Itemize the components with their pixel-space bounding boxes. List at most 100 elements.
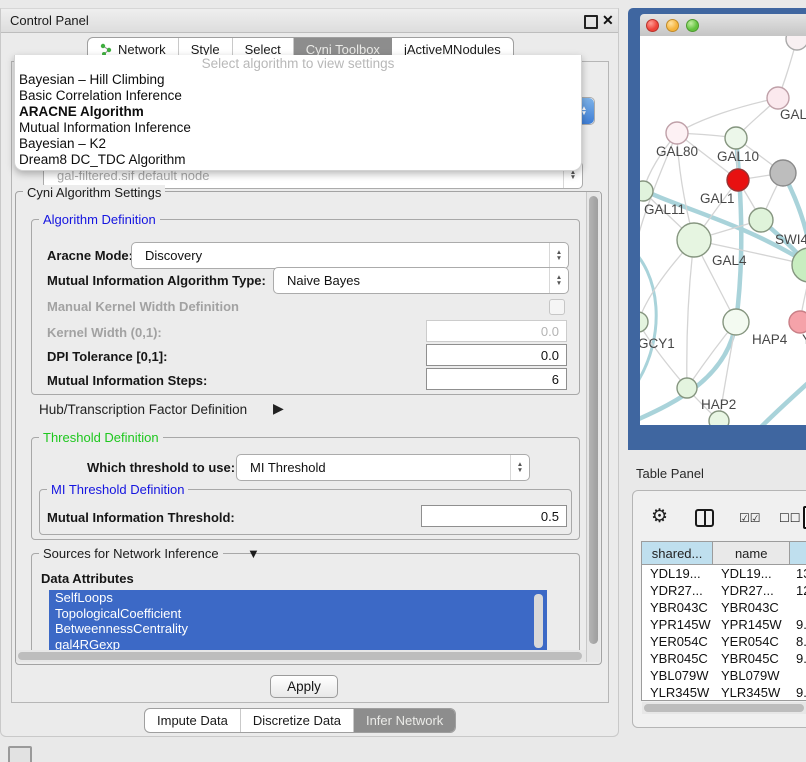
mi-threshold-field[interactable]: [421, 505, 567, 527]
which-threshold-combobox[interactable]: MI Threshold ▲▼: [236, 454, 530, 481]
kernel-width-field[interactable]: [426, 320, 567, 342]
network-edge[interactable]: [760, 374, 806, 425]
network-node-label: SWI4: [775, 232, 806, 247]
split-columns-icon[interactable]: [695, 509, 714, 527]
table-row[interactable]: YLR345W YLR345W 9.: [642, 684, 806, 700]
data-attribute-item[interactable]: SelfLoops: [49, 590, 547, 606]
horizontal-scrollbar[interactable]: [16, 650, 586, 662]
data-attribute-item[interactable]: BetweennessCentrality: [49, 621, 547, 637]
table-row[interactable]: YBR045C YBR045C 9.: [642, 650, 806, 667]
algorithm-option[interactable]: Mutual Information Inference: [15, 120, 581, 136]
network-node-pink-y[interactable]: [789, 311, 806, 333]
tab-discretize-data[interactable]: Discretize Data: [241, 709, 354, 732]
network-node-swi4[interactable]: [749, 208, 773, 232]
data-attributes-list[interactable]: SelfLoopsTopologicalCoefficientBetweenne…: [49, 590, 547, 655]
select-all-rows-icon[interactable]: ☑☑: [739, 511, 761, 525]
manual-kernel-checkbox[interactable]: [549, 299, 565, 315]
collapse-arrow-icon[interactable]: ▼: [243, 546, 264, 561]
mi-steps-field[interactable]: [426, 368, 567, 390]
network-node-hap4[interactable]: [723, 309, 749, 335]
network-node-label: GAL10: [717, 149, 759, 164]
aracne-mode-label: Aracne Mode:: [47, 248, 133, 263]
network-node-gal4[interactable]: [677, 223, 711, 257]
bottom-tabs: Impute Data Discretize Data Infer Networ…: [144, 708, 456, 733]
aracne-mode-combobox[interactable]: Discovery ▲▼: [131, 242, 569, 269]
table-row[interactable]: YBR043C YBR043C: [642, 599, 806, 616]
mi-threshold-group-title: MI Threshold Definition: [47, 482, 188, 497]
network-node-label: GAL11: [644, 202, 685, 217]
data-attributes-label: Data Attributes: [41, 571, 134, 586]
horizontal-scrollbar-thumb[interactable]: [18, 652, 582, 660]
deselect-all-rows-icon[interactable]: ☐☐: [779, 511, 801, 525]
mi-algorithm-type-label: Mutual Information Algorithm Type:: [47, 273, 266, 288]
list-scrollbar-thumb[interactable]: [534, 594, 543, 648]
network-node-label: GAL4: [712, 253, 747, 268]
network-svg[interactable]: GALGAL80GAL10GAL1GAL11SWI4GAL4GCY1HAP4YH…: [640, 36, 806, 425]
kernel-width-label: Kernel Width (0,1):: [47, 325, 162, 340]
combo-stepper-icon: ▲▼: [510, 455, 529, 480]
network-node-label: GCY1: [640, 336, 675, 351]
column-header-shared-name[interactable]: shared...: [642, 542, 713, 564]
expand-arrow-icon[interactable]: ▶: [273, 400, 284, 417]
hub-definition-label: Hub/Transcription Factor Definition: [39, 402, 247, 417]
node-table: shared... name YDL19... YDL19... 13 YDR2…: [641, 541, 806, 701]
dpi-tolerance-field[interactable]: [426, 344, 567, 366]
network-node-gray-node[interactable]: [770, 160, 796, 186]
combo-stepper-icon: ▲▼: [549, 243, 568, 268]
which-threshold-label: Which threshold to use:: [87, 460, 235, 475]
network-node-red-node[interactable]: [727, 169, 749, 191]
network-edge[interactable]: [640, 322, 687, 388]
algorithm-option[interactable]: ARACNE Algorithm: [15, 104, 581, 120]
table-horizontal-scrollbar[interactable]: [642, 702, 806, 714]
float-window-icon[interactable]: [584, 15, 598, 29]
network-node-top-node[interactable]: [786, 36, 806, 50]
table-row[interactable]: YPR145W YPR145W 9.: [642, 616, 806, 633]
sources-group-title: Sources for Network Inference: [39, 546, 223, 561]
algorithm-definition-title: Algorithm Definition: [39, 212, 160, 227]
manual-kernel-label: Manual Kernel Width Definition: [47, 299, 239, 314]
table-row[interactable]: YER054C YER054C 8.: [642, 633, 806, 650]
table-row[interactable]: YDL19... YDL19... 13: [642, 565, 806, 582]
column-header-name[interactable]: name: [713, 542, 790, 564]
table-settings-icon[interactable]: ⚙: [651, 507, 668, 527]
network-node-label: HAP4: [752, 332, 788, 347]
mi-steps-label: Mutual Information Steps:: [47, 373, 207, 388]
table-hscroll-thumb[interactable]: [644, 704, 804, 712]
network-node-gcy1[interactable]: [640, 312, 648, 332]
dock-panel-icon[interactable]: [8, 746, 32, 762]
network-edge[interactable]: [687, 240, 694, 388]
apply-button[interactable]: Apply: [270, 675, 338, 698]
combo-stepper-icon: ▲▼: [549, 268, 568, 293]
table-header: shared... name: [642, 542, 806, 565]
network-node-gal80[interactable]: [666, 122, 688, 144]
network-node-gal10[interactable]: [725, 127, 747, 149]
mi-algorithm-type-combobox[interactable]: Naive Bayes ▲▼: [273, 267, 569, 294]
network-node-gal7[interactable]: [767, 87, 789, 109]
vertical-scrollbar[interactable]: [586, 192, 600, 662]
tab-impute-data[interactable]: Impute Data: [145, 709, 241, 732]
vertical-scrollbar-thumb[interactable]: [589, 196, 598, 644]
desktop: Control Panel ✕ Network Style Select Cyn…: [0, 0, 806, 762]
algorithm-option[interactable]: Bayesian – Hill Climbing: [15, 72, 581, 88]
dropdown-options: Bayesian – Hill ClimbingBasic Correlatio…: [15, 72, 581, 168]
network-window-titlebar: [640, 14, 806, 37]
network-node-bottom-node[interactable]: [709, 411, 729, 425]
window-close-button[interactable]: [646, 19, 659, 32]
algorithm-option[interactable]: Dream8 DC_TDC Algorithm: [15, 152, 581, 168]
window-minimize-button[interactable]: [666, 19, 679, 32]
network-view[interactable]: GALGAL80GAL10GAL1GAL11SWI4GAL4GCY1HAP4YH…: [640, 36, 806, 425]
algorithm-option[interactable]: Bayesian – K2: [15, 136, 581, 152]
data-attribute-item[interactable]: TopologicalCoefficient: [49, 606, 547, 622]
algorithm-option[interactable]: Basic Correlation Inference: [15, 88, 581, 104]
table-row[interactable]: YBL079W YBL079W: [642, 667, 806, 684]
network-edge[interactable]: [677, 98, 778, 133]
network-node-gal11[interactable]: [640, 181, 653, 201]
window-zoom-button[interactable]: [686, 19, 699, 32]
column-header-partial[interactable]: [790, 542, 806, 564]
network-node-hap2[interactable]: [677, 378, 697, 398]
tab-infer-network[interactable]: Infer Network: [354, 709, 455, 732]
control-panel-title: Control Panel: [10, 13, 89, 28]
close-panel-icon[interactable]: ✕: [602, 15, 614, 25]
table-row[interactable]: YDR27... YDR27... 12: [642, 582, 806, 599]
network-node-label: HAP2: [701, 397, 736, 412]
